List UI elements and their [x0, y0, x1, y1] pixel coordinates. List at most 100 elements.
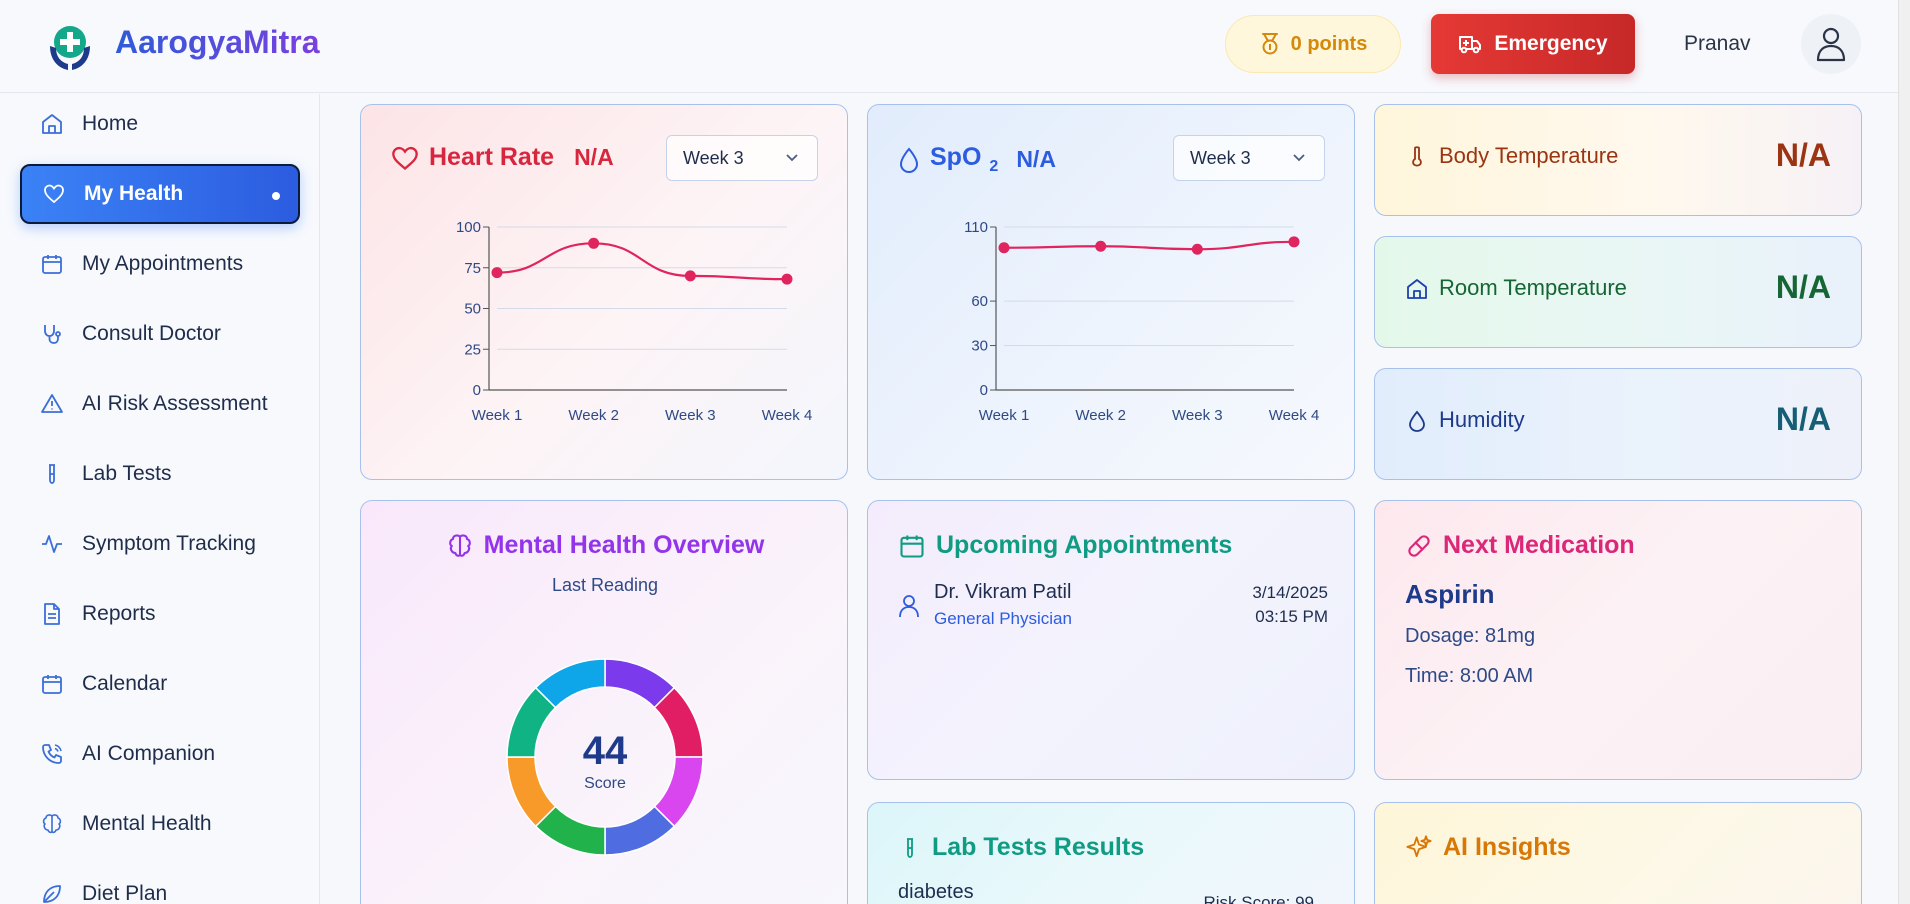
test-tube-icon — [49, 464, 55, 484]
next-medication-card: Next Medication Aspirin Dosage: 81mg Tim… — [1374, 500, 1862, 780]
appointments-title-row: Upcoming Appointments — [898, 531, 1232, 560]
mental-health-subtitle: Last Reading — [551, 575, 659, 595]
room-temperature-label: Room Temperature — [1439, 275, 1627, 300]
sidebar-item-label: Diet Plan — [82, 882, 168, 904]
spo2-x-tick: Week 2 — [1075, 407, 1126, 424]
heart-rate-y-tick: 25 — [464, 341, 481, 358]
sidebar-item-home[interactable]: Home — [20, 94, 300, 154]
spo2-card: SpO 2 N/A Week 3 0 30 60 110 Week 1 Week 2 Week… — [867, 104, 1355, 480]
upcoming-appointments-card: Upcoming Appointments Dr. Vikram Patil G… — [867, 500, 1355, 780]
medication-dosage: Dosage: 81mg — [1405, 625, 1536, 647]
activity-icon — [42, 535, 62, 553]
spo2-gridlines — [1004, 226, 1294, 391]
sidebar-item-my-health[interactable]: My Health — [20, 164, 300, 224]
heart-rate-gridlines — [497, 226, 787, 391]
spo2-y-tick: 110 — [964, 219, 988, 236]
sidebar-item-ai-companion[interactable]: AI Companion — [20, 724, 300, 784]
heart-rate-y-tick: 50 — [464, 301, 481, 318]
appointments-title: Upcoming Appointments — [936, 531, 1233, 559]
spo2-point[interactable] — [1191, 243, 1203, 255]
brand-name: AarogyaMitra — [115, 24, 320, 60]
heart-rate-chart: 0 25 50 75 100 Week 1 Week 2 Week 3 Week 4 — [456, 219, 813, 424]
spo2-point[interactable] — [998, 242, 1010, 254]
heart-rate-point[interactable] — [491, 267, 503, 279]
heart-rate-card: Heart Rate N/A Week 3 0 25 50 75 100 Week 1 We… — [360, 104, 848, 480]
spo2-point[interactable] — [1288, 236, 1300, 248]
user-icon — [899, 595, 919, 618]
sidebar-item-calendar[interactable]: Calendar — [20, 654, 300, 714]
spo2-week-select[interactable]: Week 3 — [1173, 135, 1325, 181]
heart-rate-point[interactable] — [684, 270, 696, 282]
appointment-date: 3/14/2025 — [1252, 583, 1328, 602]
chevron-down-icon — [1293, 154, 1305, 162]
calendar-icon — [42, 255, 62, 274]
sidebar-item-consult-doctor[interactable]: Consult Doctor — [20, 304, 300, 364]
sidebar-item-my-appointments[interactable]: My Appointments — [20, 234, 300, 294]
mental-health-score: 44 — [582, 729, 628, 773]
lab-tests-title-row: Lab Tests Results — [898, 833, 1144, 862]
body-temperature-value: N/A — [1775, 137, 1831, 173]
body-temperature-card: Body Temperature N/A — [1374, 104, 1862, 216]
points-badge[interactable]: 0 points — [1225, 15, 1401, 73]
sidebar-item-label: Home — [82, 112, 139, 135]
sidebar-item-label: Calendar — [82, 672, 168, 695]
spo2-title: SpO — [930, 143, 982, 171]
sparkles-icon — [1406, 834, 1432, 857]
emergency-button[interactable]: Emergency — [1431, 14, 1635, 74]
heart-rate-x-tick: Week 4 — [762, 407, 813, 424]
aarogyamitra-logo-icon[interactable] — [44, 20, 96, 72]
heart-icon — [392, 146, 418, 170]
sidebar-item-lab-tests[interactable]: Lab Tests — [20, 444, 300, 504]
sidebar-item-label: My Appointments — [82, 252, 244, 275]
user-name[interactable]: Pranav — [1684, 32, 1751, 56]
appointment-time: 03:15 PM — [1255, 607, 1328, 626]
appointment-item[interactable]: Dr. Vikram Patil General Physician 3/14/… — [898, 581, 1328, 641]
spo2-value: N/A — [1016, 146, 1056, 172]
sidebar-item-label: Reports — [82, 602, 156, 625]
humidity-card: Humidity N/A — [1374, 368, 1862, 480]
heart-rate-week-select[interactable]: Week 3 — [666, 135, 818, 181]
brain-icon — [448, 533, 471, 557]
chevron-down-icon — [786, 154, 798, 162]
ai-insights-card: AI Insights — [1374, 802, 1862, 904]
mental-health-card: Mental Health Overview Last Reading 44 S… — [360, 500, 848, 904]
medication-name: Aspirin — [1405, 579, 1495, 609]
lab-tests-card: Lab Tests Results diabetes Risk Score: 9… — [867, 802, 1355, 904]
sidebar-item-label: Symptom Tracking — [82, 532, 256, 555]
medication-title-row: Next Medication — [1405, 531, 1635, 560]
heart-rate-point[interactable] — [588, 237, 600, 249]
active-indicator-dot — [272, 192, 280, 200]
heart-rate-series-line — [496, 242, 788, 281]
heart-rate-x-tick: Week 1 — [472, 407, 523, 424]
sidebar-item-ai-risk-assessment[interactable]: AI Risk Assessment — [20, 374, 300, 434]
sidebar-item-label: Lab Tests — [82, 462, 172, 485]
heart-rate-y-tick: 75 — [464, 260, 481, 277]
heart-rate-point[interactable] — [781, 273, 793, 285]
calendar-icon — [42, 675, 62, 694]
heart-rate-title-row: Heart Rate N/A — [391, 143, 614, 172]
user-avatar[interactable] — [1801, 14, 1861, 74]
sidebar-item-diet-plan[interactable]: Diet Plan — [20, 864, 300, 904]
spo2-subscript: 2 — [989, 158, 999, 175]
sidebar-item-reports[interactable]: Reports — [20, 584, 300, 644]
spo2-chart: 0 30 60 110 Week 1 Week 2 Week 3 Week 4 — [964, 219, 1319, 424]
heart-rate-x-tick: Week 3 — [665, 407, 716, 424]
page-scrollbar[interactable] — [1898, 0, 1910, 904]
spo2-y-tick: 30 — [971, 338, 988, 355]
medal-icon — [1261, 33, 1278, 55]
heart-rate-week-label: Week 3 — [683, 147, 744, 168]
spo2-y-tick: 0 — [980, 382, 988, 399]
sidebar-item-mental-health[interactable]: Mental Health — [20, 794, 300, 854]
mental-health-title: Mental Health Overview — [483, 531, 765, 559]
ambulance-icon — [1459, 36, 1482, 54]
heart-rate-value: N/A — [574, 144, 614, 170]
lab-test-name: diabetes — [898, 881, 974, 903]
sidebar-item-label: Consult Doctor — [82, 322, 221, 345]
sidebar-item-label: AI Companion — [82, 742, 216, 765]
stethoscope-icon — [44, 325, 61, 344]
sidebar-item-symptom-tracking[interactable]: Symptom Tracking — [20, 514, 300, 574]
phone-icon — [42, 744, 62, 764]
spo2-point[interactable] — [1095, 240, 1107, 252]
body-temperature-label: Body Temperature — [1439, 143, 1619, 168]
leaf-icon — [43, 885, 61, 903]
